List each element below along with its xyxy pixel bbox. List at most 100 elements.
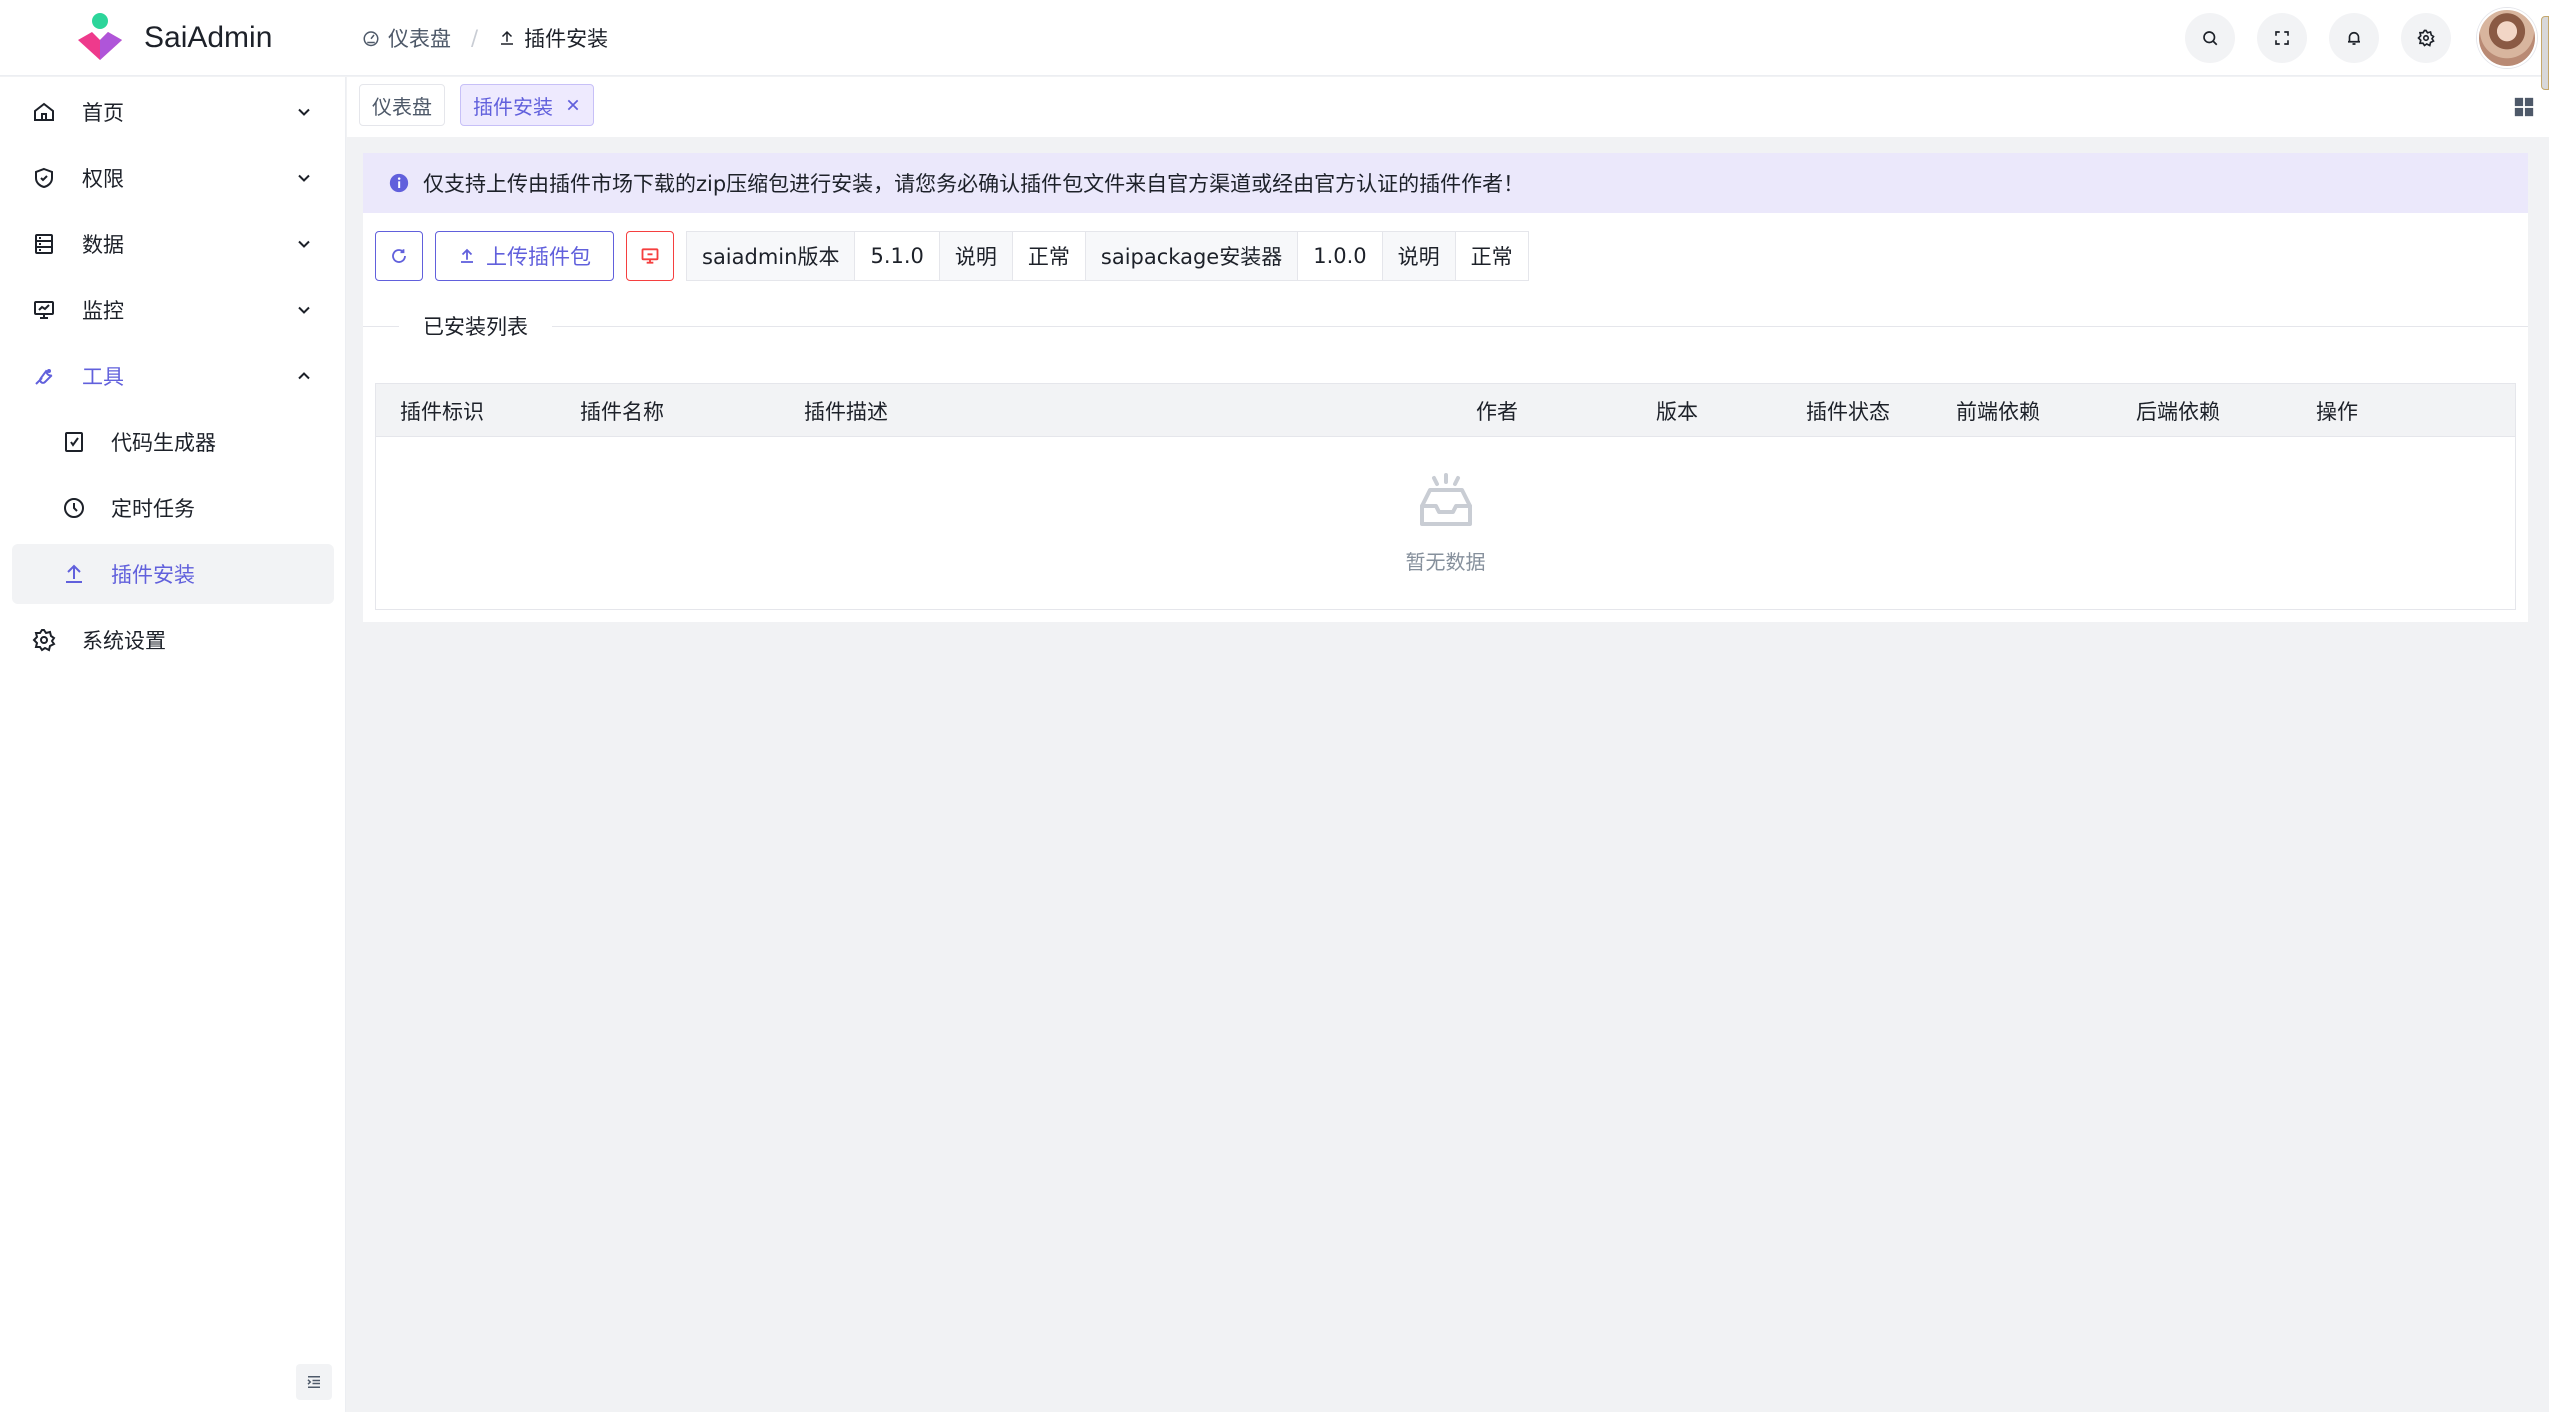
column-header: 插件标识 bbox=[400, 399, 484, 424]
column-header: 插件状态 bbox=[1806, 399, 1890, 424]
sidebar-item-plugin-install[interactable]: 插件安装 bbox=[12, 544, 334, 604]
breadcrumb-item-plugin-install: 插件安装 bbox=[498, 23, 608, 53]
home-icon bbox=[34, 102, 54, 121]
menu-fold-icon bbox=[307, 1376, 320, 1388]
version-info: saiadmin版本 5.1.0 说明 正常 saipackage安装器 1.0… bbox=[686, 231, 1529, 281]
breadcrumb-label: 仪表盘 bbox=[388, 27, 451, 51]
breadcrumb-separator: / bbox=[471, 26, 479, 50]
chevron-down-icon bbox=[298, 174, 310, 182]
sidebar-item-label: 定时任务 bbox=[111, 497, 195, 521]
saiadmin-logo bbox=[78, 13, 122, 60]
column-header: 插件描述 bbox=[804, 399, 888, 424]
sidebar-item-monitor[interactable]: 监控 bbox=[12, 280, 334, 340]
monitor-icon bbox=[34, 301, 54, 319]
wrench-icon bbox=[35, 369, 53, 385]
version-value: 1.0.0 bbox=[1298, 232, 1383, 280]
sidebar-item-label: 工具 bbox=[82, 365, 124, 389]
upload-plugin-button[interactable]: 上传插件包 bbox=[435, 231, 614, 281]
tab-label: 仪表盘 bbox=[372, 94, 432, 119]
database-icon bbox=[35, 234, 53, 254]
breadcrumb: 仪表盘 / 插件安装 bbox=[362, 0, 608, 76]
user-avatar[interactable] bbox=[2477, 8, 2537, 68]
sidebar-item-label: 系统设置 bbox=[82, 629, 166, 653]
sidebar: 首页 权限 数据 监控 工具 代码生成器 定时任务 插件安装 系统设置 bbox=[0, 77, 346, 1412]
chevron-up-icon bbox=[298, 372, 310, 380]
upload-icon bbox=[66, 564, 82, 583]
dashboard-icon bbox=[363, 31, 379, 47]
brand[interactable]: SaiAdmin bbox=[72, 8, 272, 68]
notification-button[interactable] bbox=[2329, 13, 2379, 63]
monitor-alert-icon bbox=[641, 248, 659, 264]
version-value: 5.1.0 bbox=[855, 232, 940, 280]
section-title: 已安装列表 bbox=[399, 311, 552, 341]
upload-icon bbox=[461, 248, 473, 263]
page-scrollbar[interactable] bbox=[2541, 16, 2549, 90]
version-status: 正常 bbox=[1013, 232, 1086, 280]
table-empty-state: 暂无数据 bbox=[376, 437, 2515, 609]
chevron-down-icon bbox=[298, 240, 310, 248]
empty-inbox-icon bbox=[1419, 472, 1472, 526]
column-header: 插件名称 bbox=[580, 399, 664, 424]
sidebar-item-label: 代码生成器 bbox=[111, 431, 216, 455]
header-actions bbox=[2185, 0, 2549, 76]
clock-icon bbox=[64, 498, 84, 518]
tab-plugin-install[interactable]: 插件安装 bbox=[460, 84, 594, 126]
sidebar-item-label: 首页 bbox=[82, 101, 124, 125]
sidebar-item-system-settings[interactable]: 系统设置 bbox=[12, 610, 334, 670]
settings-button[interactable] bbox=[2401, 13, 2451, 63]
alert-text: 仅支持上传由插件市场下载的zip压缩包进行安装，请您务必确认插件包文件来自官方渠… bbox=[423, 172, 1525, 196]
section-divider bbox=[363, 326, 2528, 327]
sidebar-item-scheduled-tasks[interactable]: 定时任务 bbox=[12, 478, 334, 538]
version-doc-link[interactable]: 说明 bbox=[1382, 232, 1456, 280]
settings-gear-icon bbox=[2417, 29, 2435, 47]
sidebar-item-tools[interactable]: 工具 bbox=[12, 346, 334, 406]
table-header: 插件标识 插件名称 插件描述 作者 版本 插件状态 前端依赖 后端依赖 操作 bbox=[376, 384, 2515, 437]
info-alert: 仅支持上传由插件市场下载的zip压缩包进行安装，请您务必确认插件包文件来自官方渠… bbox=[363, 153, 2528, 213]
version-status: 正常 bbox=[1470, 245, 1513, 269]
refresh-icon bbox=[392, 249, 406, 263]
upload-icon bbox=[501, 30, 514, 45]
terminal-button[interactable] bbox=[626, 231, 674, 281]
info-icon bbox=[389, 173, 409, 193]
top-header: SaiAdmin 仪表盘 / 插件安装 bbox=[0, 0, 2549, 76]
upload-label: 上传插件包 bbox=[486, 245, 591, 269]
close-icon[interactable] bbox=[565, 97, 581, 113]
search-button[interactable] bbox=[2185, 13, 2235, 63]
chevron-down-icon bbox=[298, 306, 310, 314]
refresh-button[interactable] bbox=[375, 231, 423, 281]
plugin-install-card: 仅支持上传由插件市场下载的zip压缩包进行安装，请您务必确认插件包文件来自官方渠… bbox=[363, 153, 2528, 622]
sidebar-item-label: 数据 bbox=[82, 233, 124, 257]
version-label: saipackage安装器 bbox=[1085, 232, 1299, 280]
fullscreen-button[interactable] bbox=[2257, 13, 2307, 63]
empty-text: 暂无数据 bbox=[1405, 549, 1486, 574]
search-icon bbox=[2203, 31, 2218, 46]
sidebar-item-label: 权限 bbox=[82, 167, 124, 191]
version-doc-link[interactable]: 说明 bbox=[939, 232, 1013, 280]
chevron-down-icon bbox=[298, 108, 310, 116]
sidebar-item-home[interactable]: 首页 bbox=[12, 82, 334, 142]
shield-icon bbox=[35, 167, 53, 189]
sidebar-item-label: 插件安装 bbox=[111, 563, 195, 587]
fullscreen-icon bbox=[2275, 31, 2289, 45]
column-header: 作者 bbox=[1476, 399, 1518, 424]
code-file-icon bbox=[65, 432, 83, 452]
version-label: saiadmin版本 bbox=[687, 232, 856, 280]
sidebar-item-data[interactable]: 数据 bbox=[12, 214, 334, 274]
sidebar-item-code-generator[interactable]: 代码生成器 bbox=[12, 412, 334, 472]
tab-label: 插件安装 bbox=[473, 94, 553, 119]
tab-bar: 仪表盘 插件安装 bbox=[347, 77, 2549, 137]
sidebar-collapse-button[interactable] bbox=[296, 1364, 332, 1400]
tab-dashboard[interactable]: 仪表盘 bbox=[359, 84, 445, 126]
installed-plugins-table: 插件标识 插件名称 插件描述 作者 版本 插件状态 前端依赖 后端依赖 操作 暂… bbox=[375, 383, 2516, 610]
breadcrumb-label: 插件安装 bbox=[524, 27, 609, 51]
breadcrumb-item-dashboard[interactable]: 仪表盘 bbox=[362, 23, 451, 53]
sidebar-item-permission[interactable]: 权限 bbox=[12, 148, 334, 208]
app-name: SaiAdmin bbox=[144, 21, 273, 54]
toolbar: 上传插件包 saiadmin版本 5.1.0 说明 正常 saipackage安… bbox=[375, 231, 1529, 281]
sidebar-item-label: 监控 bbox=[82, 299, 124, 323]
column-header: 前端依赖 bbox=[1956, 399, 2040, 424]
gear-icon bbox=[32, 629, 56, 652]
column-header: 后端依赖 bbox=[2136, 399, 2220, 424]
grid-icon[interactable] bbox=[2513, 96, 2535, 118]
column-header: 版本 bbox=[1656, 399, 1698, 424]
